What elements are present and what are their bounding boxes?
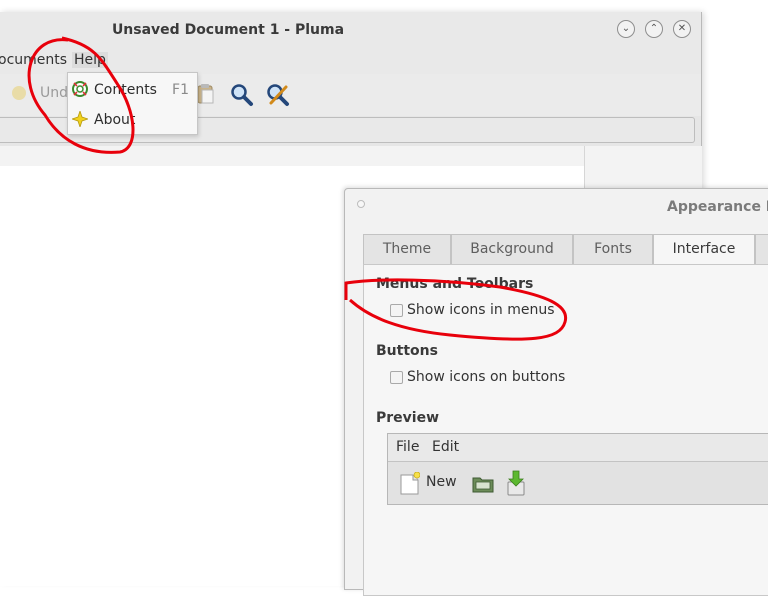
close-button[interactable]: ✕	[673, 20, 691, 38]
menu-item-contents[interactable]: Contents F1	[68, 75, 197, 103]
menu-documents[interactable]: ocuments	[0, 52, 67, 68]
menu-help[interactable]: Help	[72, 52, 108, 68]
paste-icon[interactable]	[197, 83, 215, 105]
window-menu-button[interactable]	[357, 200, 365, 208]
show-icons-in-menus-checkbox[interactable]	[390, 304, 403, 317]
open-folder-icon[interactable]	[472, 474, 494, 494]
show-icons-on-buttons-checkbox[interactable]	[390, 371, 403, 384]
undo-icon[interactable]	[12, 86, 26, 100]
tab-fonts[interactable]: Fonts	[573, 234, 653, 264]
appearance-window-title: Appearance Pre	[667, 199, 768, 215]
help-contents-icon	[72, 81, 88, 97]
undo-label[interactable]: Und	[40, 85, 68, 101]
pluma-titlebar[interactable]: Unsaved Document 1 - Pluma ⌄ ⌃ ✕	[0, 12, 701, 48]
find-replace-icon[interactable]	[266, 83, 290, 107]
pluma-menubar: ocuments Help	[0, 48, 701, 74]
preview-heading: Preview	[376, 410, 440, 426]
preview-area: File Edit New	[387, 433, 768, 505]
show-icons-on-buttons-label[interactable]: Show icons on buttons	[407, 369, 565, 385]
show-icons-in-menus-label[interactable]: Show icons in menus	[407, 302, 555, 318]
minimize-button[interactable]: ⌄	[617, 20, 635, 38]
maximize-button[interactable]: ⌃	[645, 20, 663, 38]
appearance-preferences-window: Appearance Pre Theme Background Fonts In…	[344, 188, 768, 596]
menu-item-contents-label: Contents	[94, 82, 157, 98]
tab-interface[interactable]: Interface	[653, 234, 755, 265]
tab-overflow	[755, 234, 768, 264]
menu-item-contents-accel: F1	[172, 82, 189, 98]
about-icon	[70, 109, 90, 129]
find-icon[interactable]	[230, 83, 254, 107]
preview-menu-edit[interactable]: Edit	[432, 439, 459, 455]
tab-theme[interactable]: Theme	[363, 234, 451, 264]
buttons-heading: Buttons	[376, 343, 438, 359]
preview-menubar: File Edit	[388, 434, 768, 462]
new-document-icon[interactable]	[400, 471, 421, 496]
preview-new-label[interactable]: New	[426, 474, 457, 490]
tab-background[interactable]: Background	[451, 234, 573, 264]
preview-menu-file[interactable]: File	[396, 439, 419, 455]
editor-ruler	[0, 146, 584, 166]
save-download-icon[interactable]	[506, 470, 526, 496]
help-dropdown-menu: Contents F1 About	[67, 72, 198, 135]
menu-item-about-label: About	[94, 112, 136, 128]
menu-item-about[interactable]: About	[68, 105, 197, 133]
window-title: Unsaved Document 1 - Pluma	[111, 22, 345, 38]
menus-toolbars-heading: Menus and Toolbars	[376, 276, 534, 292]
